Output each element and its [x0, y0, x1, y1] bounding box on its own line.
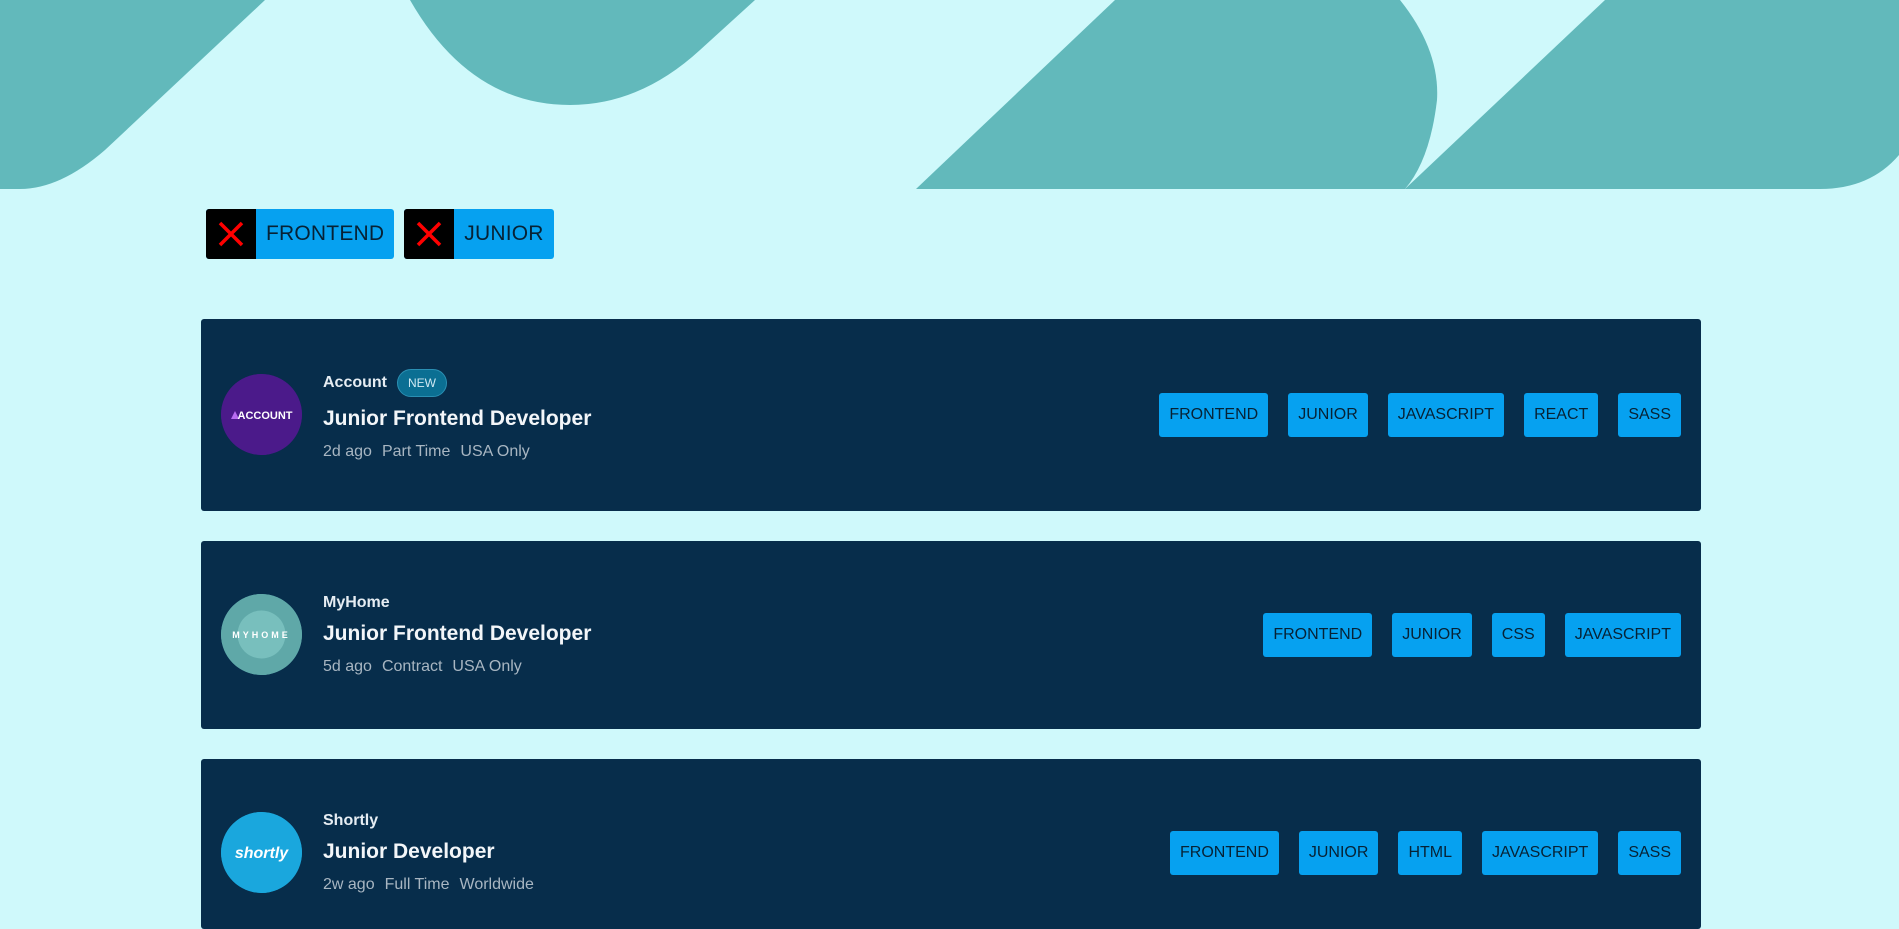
- job-meta: 2w ago Full Time Worldwide: [323, 876, 534, 894]
- tag-sass[interactable]: SASS: [1618, 393, 1681, 437]
- tag-react[interactable]: REACT: [1524, 393, 1599, 437]
- posted-at: 2d ago: [323, 443, 372, 460]
- tag-junior[interactable]: JUNIOR: [1288, 393, 1368, 437]
- contract-type: Contract: [381, 658, 443, 675]
- tag-javascript[interactable]: JAVASCRIPT: [1387, 393, 1505, 437]
- myhome-logo-icon: MYHOME: [221, 594, 302, 675]
- job-location: Worldwide: [459, 876, 534, 893]
- job-card[interactable]: ACCOUNT Account NEW Junior Frontend Deve…: [201, 319, 1701, 511]
- tag-javascript[interactable]: JAVASCRIPT: [1482, 831, 1599, 875]
- filter-chip-junior[interactable]: JUNIOR: [404, 209, 554, 259]
- filter-chip-frontend[interactable]: FRONTEND: [206, 209, 395, 259]
- account-logo-icon: ACCOUNT: [221, 374, 302, 455]
- contract-type: Full Time: [384, 876, 450, 893]
- company-name: Shortly: [323, 812, 379, 829]
- company-logo: MYHOME: [221, 594, 302, 675]
- job-info: Shortly Junior Developer 2w ago Full Tim…: [323, 812, 534, 894]
- job-location: USA Only: [452, 658, 522, 675]
- tag-junior[interactable]: JUNIOR: [1392, 613, 1472, 657]
- header-pattern: [0, 0, 1899, 189]
- new-badge: NEW: [397, 369, 447, 397]
- job-tags: FRONTEND JUNIOR HTML JAVASCRIPT SASS: [1169, 831, 1681, 875]
- job-title[interactable]: Junior Frontend Developer: [323, 407, 591, 431]
- tag-frontend[interactable]: FRONTEND: [1263, 613, 1373, 657]
- svg-text:MYHOME: MYHOME: [232, 630, 291, 640]
- job-info: Account NEW Junior Frontend Developer 2d…: [323, 369, 591, 461]
- job-location: USA Only: [460, 443, 530, 460]
- job-title[interactable]: Junior Frontend Developer: [323, 622, 591, 646]
- tag-junior[interactable]: JUNIOR: [1298, 831, 1379, 875]
- svg-text:ACCOUNT: ACCOUNT: [238, 410, 293, 422]
- posted-at: 5d ago: [323, 658, 372, 675]
- close-x-icon: [218, 221, 244, 247]
- posted-at: 2w ago: [323, 876, 375, 893]
- header-background: [0, 0, 1899, 189]
- tag-frontend[interactable]: FRONTEND: [1159, 393, 1269, 437]
- job-info: MyHome Junior Frontend Developer 5d ago …: [323, 594, 591, 676]
- job-meta: 5d ago Contract USA Only: [323, 658, 591, 676]
- company-logo: ACCOUNT: [221, 374, 302, 455]
- job-tags: FRONTEND JUNIOR JAVASCRIPT REACT SASS: [1159, 393, 1681, 437]
- company-name: Account: [323, 374, 387, 391]
- svg-text:shortly: shortly: [235, 845, 289, 862]
- remove-filter-button[interactable]: [206, 209, 256, 259]
- job-card[interactable]: shortly Shortly Junior Developer 2w ago …: [201, 759, 1701, 929]
- job-tags: FRONTEND JUNIOR CSS JAVASCRIPT: [1263, 613, 1681, 657]
- contract-type: Part Time: [381, 443, 451, 460]
- close-x-icon: [417, 221, 442, 247]
- company-logo: shortly: [221, 812, 302, 893]
- job-meta: 2d ago Part Time USA Only: [323, 443, 591, 461]
- tag-css[interactable]: CSS: [1491, 613, 1545, 657]
- active-filters: FRONTEND JUNIOR: [206, 209, 554, 259]
- filter-chip-label: FRONTEND: [266, 222, 385, 245]
- shortly-logo-icon: shortly: [221, 812, 302, 893]
- job-card[interactable]: MYHOME MyHome Junior Frontend Developer …: [201, 541, 1701, 729]
- filter-chip-label: JUNIOR: [464, 222, 544, 245]
- tag-javascript[interactable]: JAVASCRIPT: [1564, 613, 1681, 657]
- remove-filter-button[interactable]: [404, 209, 455, 259]
- job-title[interactable]: Junior Developer: [323, 840, 534, 864]
- tag-html[interactable]: HTML: [1398, 831, 1462, 875]
- tag-sass[interactable]: SASS: [1618, 831, 1681, 875]
- company-name: MyHome: [323, 594, 390, 611]
- tag-frontend[interactable]: FRONTEND: [1169, 831, 1279, 875]
